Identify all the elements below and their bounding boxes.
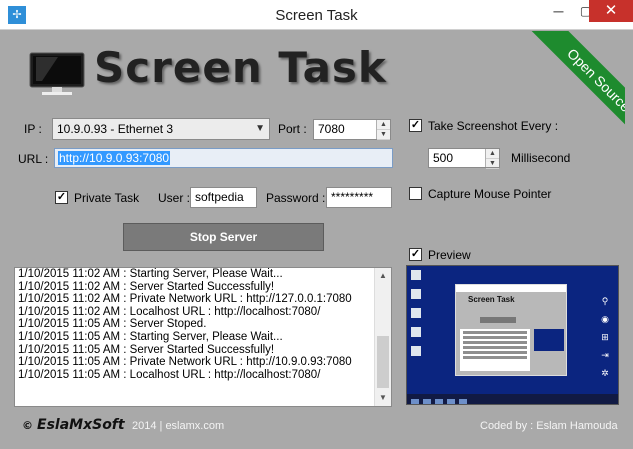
scroll-down-icon[interactable]: ▼ <box>375 390 391 406</box>
log-line: 1/10/2015 11:05 AM : Localhost URL : htt… <box>18 368 321 381</box>
log-line: 1/10/2015 11:02 AM : Localhost URL : htt… <box>18 305 321 318</box>
minimize-button[interactable]: ─ <box>545 0 572 22</box>
take-screenshot-checkbox[interactable]: ✓ <box>409 119 422 132</box>
scroll-up-icon[interactable]: ▲ <box>375 268 391 284</box>
preview-checkbox[interactable]: ✓ <box>409 248 422 261</box>
search-icon: ⚲ <box>601 296 609 306</box>
charms-bar: ⚲ ◉ ⊞ ⇥ ✲ <box>600 296 610 386</box>
scroll-thumb[interactable] <box>377 336 389 388</box>
url-field[interactable]: http://10.9.0.93:7080 <box>54 148 393 168</box>
capture-mouse-label: Capture Mouse Pointer <box>428 187 552 201</box>
open-source-ribbon: Open Source <box>505 31 625 151</box>
ip-select[interactable]: 10.9.0.93 - Ethernet 3 ▼ <box>52 118 270 140</box>
ip-select-value: 10.9.0.93 - Ethernet 3 <box>57 122 174 136</box>
stop-server-button[interactable]: Stop Server <box>123 223 324 251</box>
interval-unit-label: Millisecond <box>511 151 571 165</box>
stepper-down-icon[interactable]: ▼ <box>486 159 499 169</box>
window-title: Screen Task <box>275 7 358 24</box>
ip-label: IP : <box>24 122 42 136</box>
log-line: 1/10/2015 11:05 AM : Starting Server, Pl… <box>18 330 283 343</box>
log-line: 1/10/2015 11:05 AM : Private Network URL… <box>18 356 352 369</box>
screen-task-window: ✢ Screen Task ─ ▢ ✕ Screen Task Open Sou… <box>0 0 633 449</box>
taskbar-thumbnail <box>407 394 618 404</box>
url-label: URL : <box>18 152 49 166</box>
share-icon: ◉ <box>601 314 609 324</box>
url-value: http://10.9.0.93:7080 <box>58 151 171 165</box>
stepper-down-icon[interactable]: ▼ <box>377 130 390 140</box>
port-label: Port : <box>278 122 307 136</box>
brand-name: EslaMxSoft <box>37 417 125 433</box>
footer-credit: Coded by : Eslam Hamouda <box>480 420 618 432</box>
private-task-checkbox[interactable]: ✓ <box>55 191 68 204</box>
settings-icon: ✲ <box>601 368 609 378</box>
log-textbox[interactable]: 1/10/2015 11:02 AM : Starting Server, Pl… <box>14 267 392 407</box>
start-icon: ⊞ <box>601 332 609 342</box>
preview-window-thumbnail: Screen Task <box>455 284 567 376</box>
logo-title: Screen Task <box>94 43 387 92</box>
log-line: 1/10/2015 11:02 AM : Private Network URL… <box>18 293 352 306</box>
log-scrollbar[interactable]: ▲ ▼ <box>374 268 391 406</box>
close-button[interactable]: ✕ <box>589 0 633 22</box>
footer-year-site: 2014 | eslamx.com <box>132 420 225 432</box>
preview-label: Preview <box>428 248 471 262</box>
interval-stepper[interactable]: ▲ ▼ <box>485 149 499 169</box>
title-bar[interactable]: ✢ Screen Task ─ ▢ ✕ <box>0 0 633 30</box>
take-screenshot-label: Take Screenshot Every : <box>428 119 559 133</box>
preview-image: Screen Task ⚲ ◉ ⊞ ⇥ ✲ <box>406 265 619 405</box>
ribbon-label: Open Source <box>526 31 625 151</box>
port-stepper[interactable]: ▲ ▼ <box>376 120 390 140</box>
chevron-down-icon: ▼ <box>255 123 265 134</box>
user-label: User : <box>158 191 191 205</box>
brand-logo: © EslaMxSoft <box>22 417 125 433</box>
log-line: 1/10/2015 11:02 AM : Server Started Succ… <box>18 280 275 293</box>
stepper-up-icon[interactable]: ▲ <box>377 120 390 130</box>
log-line: 1/10/2015 11:02 AM : Starting Server, Pl… <box>18 268 283 280</box>
devices-icon: ⇥ <box>601 350 609 360</box>
capture-mouse-checkbox[interactable] <box>409 187 422 200</box>
user-input[interactable]: softpedia <box>190 187 257 208</box>
preview-window-title: Screen Task <box>468 295 515 304</box>
copyright-icon: © <box>22 419 33 432</box>
desktop-icons <box>411 270 423 365</box>
log-line: 1/10/2015 11:05 AM : Server Started Succ… <box>18 343 275 356</box>
private-task-label: Private Task <box>74 191 140 205</box>
password-label: Password : <box>266 191 326 205</box>
log-line: 1/10/2015 11:05 AM : Server Stoped. <box>18 318 207 331</box>
password-input[interactable]: ********* <box>326 187 392 208</box>
monitor-icon <box>29 52 85 95</box>
stepper-up-icon[interactable]: ▲ <box>486 149 499 159</box>
main-panel: Screen Task Open Source IP : 10.9.0.93 -… <box>8 31 625 441</box>
